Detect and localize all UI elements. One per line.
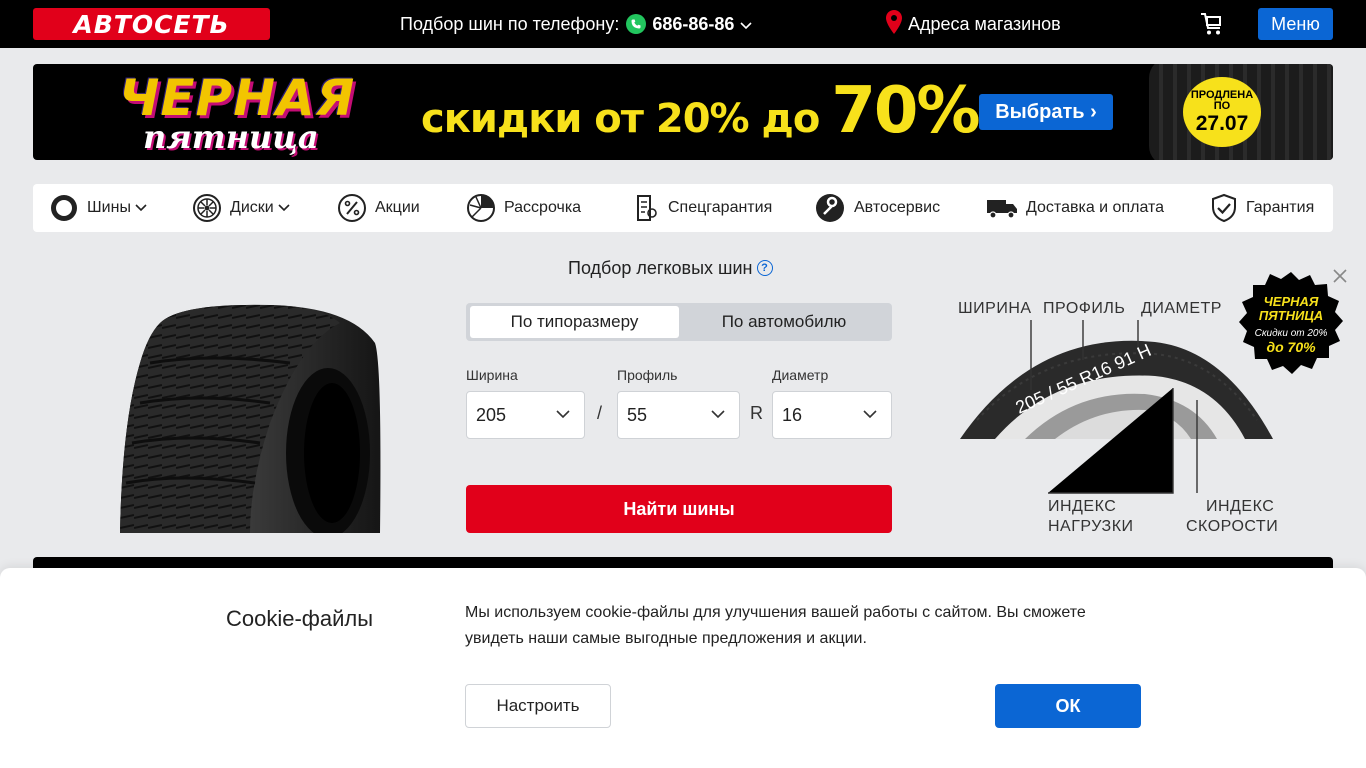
speed-index-line2: СКОРОСТИ <box>1186 518 1279 535</box>
profile-select[interactable]: 55 <box>617 391 740 439</box>
wheel-rim-icon <box>193 194 221 222</box>
banner-logo: ЧЕРНАЯ пятница <box>119 72 379 156</box>
nav-label-promotions: Акции <box>375 199 420 216</box>
nav-label-special-warranty: Спецгарантия <box>668 199 773 216</box>
cookie-banner: Cookie-файлы Мы используем cookie-файлы … <box>0 568 1366 768</box>
nav-label-installment: Рассрочка <box>504 199 582 216</box>
selector-title-text: Подбор легковых шин <box>568 257 753 278</box>
tab-by-car[interactable]: По автомобилю <box>679 306 889 338</box>
load-index-line2: НАГРУЗКИ <box>1048 518 1134 535</box>
discount-text: скидки от 20% до <box>421 96 820 142</box>
stores-label: Адреса магазинов <box>908 13 1061 34</box>
discount-big: 70% <box>831 74 980 148</box>
menu-button[interactable]: Меню <box>1258 8 1333 40</box>
profile-value: 55 <box>627 404 648 425</box>
nav-item-warranty[interactable]: Гарантия <box>1210 184 1314 232</box>
choose-button[interactable]: Выбрать › <box>979 94 1113 130</box>
phone-selector[interactable]: Подбор шин по телефону: 686-86-86 <box>400 12 752 36</box>
truck-icon <box>987 200 1017 219</box>
radius-label: R <box>750 403 763 423</box>
badge-line4: до 70% <box>1266 339 1316 355</box>
nav-item-installment[interactable]: Рассрочка <box>466 184 581 232</box>
width-label: Ширина <box>466 367 518 383</box>
nav-label-car-service: Автосервис <box>854 199 941 216</box>
badge-line1: ЧЕРНАЯ <box>1264 294 1319 309</box>
wrench-icon <box>816 194 844 222</box>
nav-item-promotions[interactable]: Акции <box>337 184 420 232</box>
nav-item-rims[interactable]: Диски <box>192 184 290 232</box>
banner-title-line1: ЧЕРНАЯ <box>119 69 356 127</box>
black-friday-banner[interactable]: ЧЕРНАЯ пятница скидки от 20% до 70% Выбр… <box>33 64 1333 160</box>
nav-label-rims: Диски <box>230 199 274 216</box>
cookie-ok-button[interactable]: ОК <box>995 684 1141 728</box>
site-logo[interactable]: АВТОСЕТЬ <box>33 8 270 40</box>
cart-icon[interactable] <box>1199 11 1225 37</box>
find-tires-button[interactable]: Найти шины <box>466 485 892 533</box>
phone-number[interactable]: 686-86-86 <box>652 14 734 35</box>
installment-icon <box>467 194 495 222</box>
logo-text: АВТОСЕТЬ <box>73 9 230 39</box>
chevron-down-icon <box>135 204 147 212</box>
profile-label: Профиль <box>617 367 678 383</box>
banner-discount: скидки от 20% до 70% <box>421 74 981 150</box>
help-icon[interactable]: ? <box>756 260 773 276</box>
special-warranty-icon <box>637 195 657 221</box>
badge-line3: Скидки от 20% <box>1255 328 1328 339</box>
speed-index-line1: ИНДЕКС <box>1206 498 1275 515</box>
tab-by-size[interactable]: По типоразмеру <box>470 306 679 338</box>
size-separator: / <box>597 403 603 423</box>
banner-title-line2: пятница <box>143 118 319 156</box>
selector-title: Подбор легковых шин ? <box>568 256 773 280</box>
close-icon[interactable] <box>1332 268 1348 284</box>
store-addresses-link[interactable]: Адреса магазинов <box>886 9 1061 39</box>
width-value: 205 <box>476 404 507 425</box>
width-select[interactable]: 205 <box>466 391 585 439</box>
extended-date: 27.07 <box>1195 111 1249 135</box>
nav-item-delivery[interactable]: Доставка и оплата <box>986 184 1164 232</box>
extended-line1: ПРОДЛЕНА <box>1190 88 1254 101</box>
black-friday-badge[interactable]: ЧЕРНАЯ ПЯТНИЦА Скидки от 20% до 70% <box>1237 270 1345 378</box>
cookie-settings-button[interactable]: Настроить <box>465 684 611 728</box>
extended-line2: ПО <box>1213 99 1231 112</box>
tire-product-image <box>120 303 382 533</box>
nav-item-car-service[interactable]: Автосервис <box>814 184 940 232</box>
shield-check-icon <box>1212 193 1236 223</box>
nav-label-warranty: Гарантия <box>1246 199 1315 216</box>
diameter-value: 16 <box>782 404 803 425</box>
map-pin-icon <box>886 9 902 39</box>
category-nav: Шины Диски Акции Рассрочка Спецгарантия … <box>33 184 1333 232</box>
cookie-title: Cookie-файлы <box>226 606 374 631</box>
extended-badge: ПРОДЛЕНА ПО 27.07 <box>1183 77 1261 147</box>
percent-icon <box>338 194 366 222</box>
whatsapp-icon <box>626 14 647 34</box>
nav-label-delivery: Доставка и оплата <box>1026 199 1165 216</box>
nav-label-tires: Шины <box>87 199 131 216</box>
chevron-down-icon <box>863 410 877 419</box>
chevron-down-icon <box>278 204 290 212</box>
tire-marking-diagram: ШИРИНА ПРОФИЛЬ ДИАМЕТР 205 / 55 R16 91 H… <box>955 290 1285 540</box>
nav-item-special-warranty[interactable]: Спецгарантия <box>630 184 772 232</box>
nav-item-tires[interactable]: Шины <box>49 184 147 232</box>
load-index-line1: ИНДЕКС <box>1048 498 1117 515</box>
selector-tabs: По типоразмеру По автомобилю <box>466 303 892 341</box>
chevron-down-icon <box>556 410 570 419</box>
top-header: АВТОСЕТЬ Подбор шин по телефону: 686-86-… <box>0 0 1366 48</box>
tire-icon <box>51 195 77 221</box>
diameter-select[interactable]: 16 <box>772 391 892 439</box>
chevron-down-icon <box>711 410 725 419</box>
phone-label: Подбор шин по телефону: <box>400 13 620 34</box>
cookie-text: Мы используем cookie-файлы для улучшения… <box>465 604 1086 647</box>
diameter-label: Диаметр <box>772 367 829 383</box>
badge-line2: ПЯТНИЦА <box>1259 308 1323 323</box>
chevron-down-icon[interactable] <box>740 14 752 35</box>
